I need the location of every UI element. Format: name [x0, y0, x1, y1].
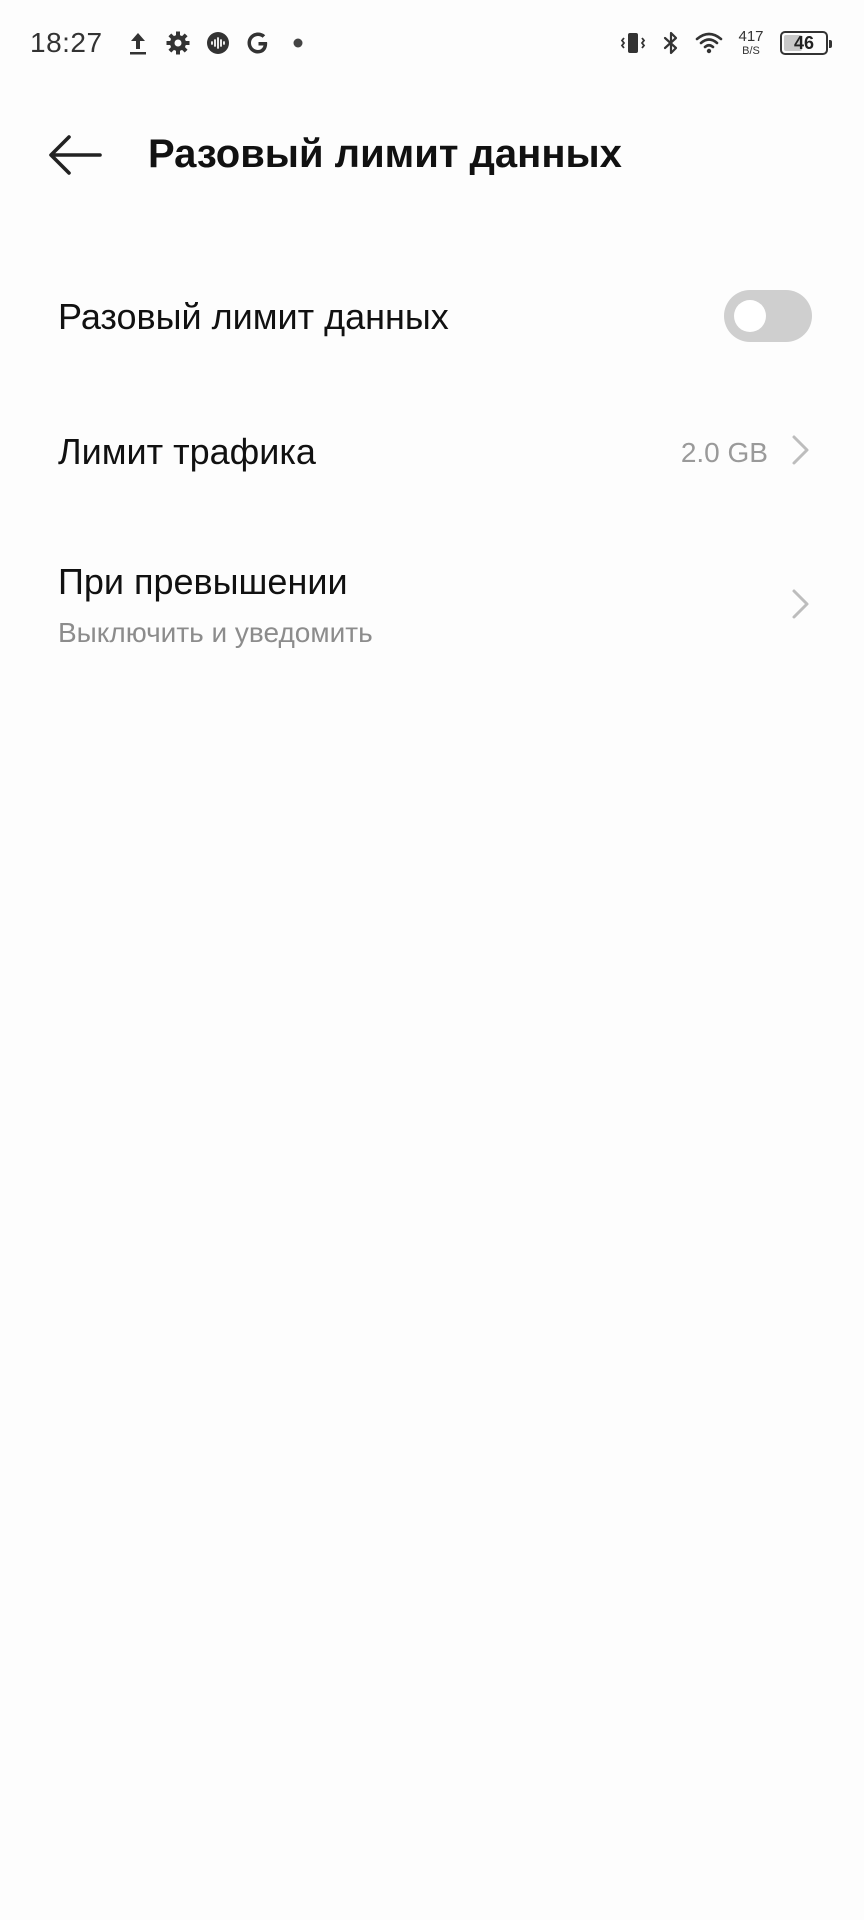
- chevron-right-icon: [790, 433, 812, 467]
- battery-tip: [829, 40, 832, 48]
- on-exceed-subtitle: Выключить и уведомить: [58, 617, 373, 648]
- dot-icon: [283, 28, 313, 58]
- chevron-right-icon: [790, 587, 812, 621]
- net-speed-value: 417: [738, 28, 764, 45]
- status-time: 18:27: [30, 27, 103, 58]
- net-speed-unit: B/S: [742, 45, 760, 57]
- one-time-limit-toggle[interactable]: [724, 290, 812, 342]
- on-exceed-row[interactable]: При превышении Выключить и уведомить: [0, 535, 864, 695]
- back-button[interactable]: [44, 128, 106, 182]
- on-exceed-label: При превышении: [58, 561, 348, 602]
- bluetooth-icon: [656, 28, 686, 58]
- status-bar: 18:27 417 B/S 46: [0, 0, 864, 88]
- arrow-left-icon: [49, 135, 102, 175]
- traffic-limit-value: 2.0 GB: [680, 437, 768, 468]
- app-header: Разовый лимит данных: [0, 110, 864, 200]
- traffic-limit-label: Лимит трафика: [58, 431, 316, 472]
- net-speed: 417 B/S: [734, 29, 768, 57]
- podcast-icon: [203, 28, 233, 58]
- gear-icon: [163, 28, 193, 58]
- battery-level: 46: [793, 33, 815, 53]
- toggle-knob: [734, 300, 766, 332]
- battery-icon: 46: [780, 31, 832, 55]
- one-time-limit-label: Разовый лимит данных: [58, 296, 449, 337]
- page-title: Разовый лимит данных: [148, 132, 622, 176]
- status-bar-right: 417 B/S 46: [610, 22, 832, 64]
- upload-icon: [123, 28, 153, 58]
- vibrate-icon: [618, 28, 648, 58]
- settings-list: Разовый лимит данных Лимит трафика 2.0 G…: [0, 250, 864, 695]
- traffic-limit-row[interactable]: Лимит трафика 2.0 GB: [0, 385, 864, 535]
- google-icon: [243, 28, 273, 58]
- one-time-limit-row[interactable]: Разовый лимит данных: [0, 250, 864, 385]
- status-bar-left: 18:27: [30, 22, 323, 64]
- wifi-icon: [694, 28, 724, 58]
